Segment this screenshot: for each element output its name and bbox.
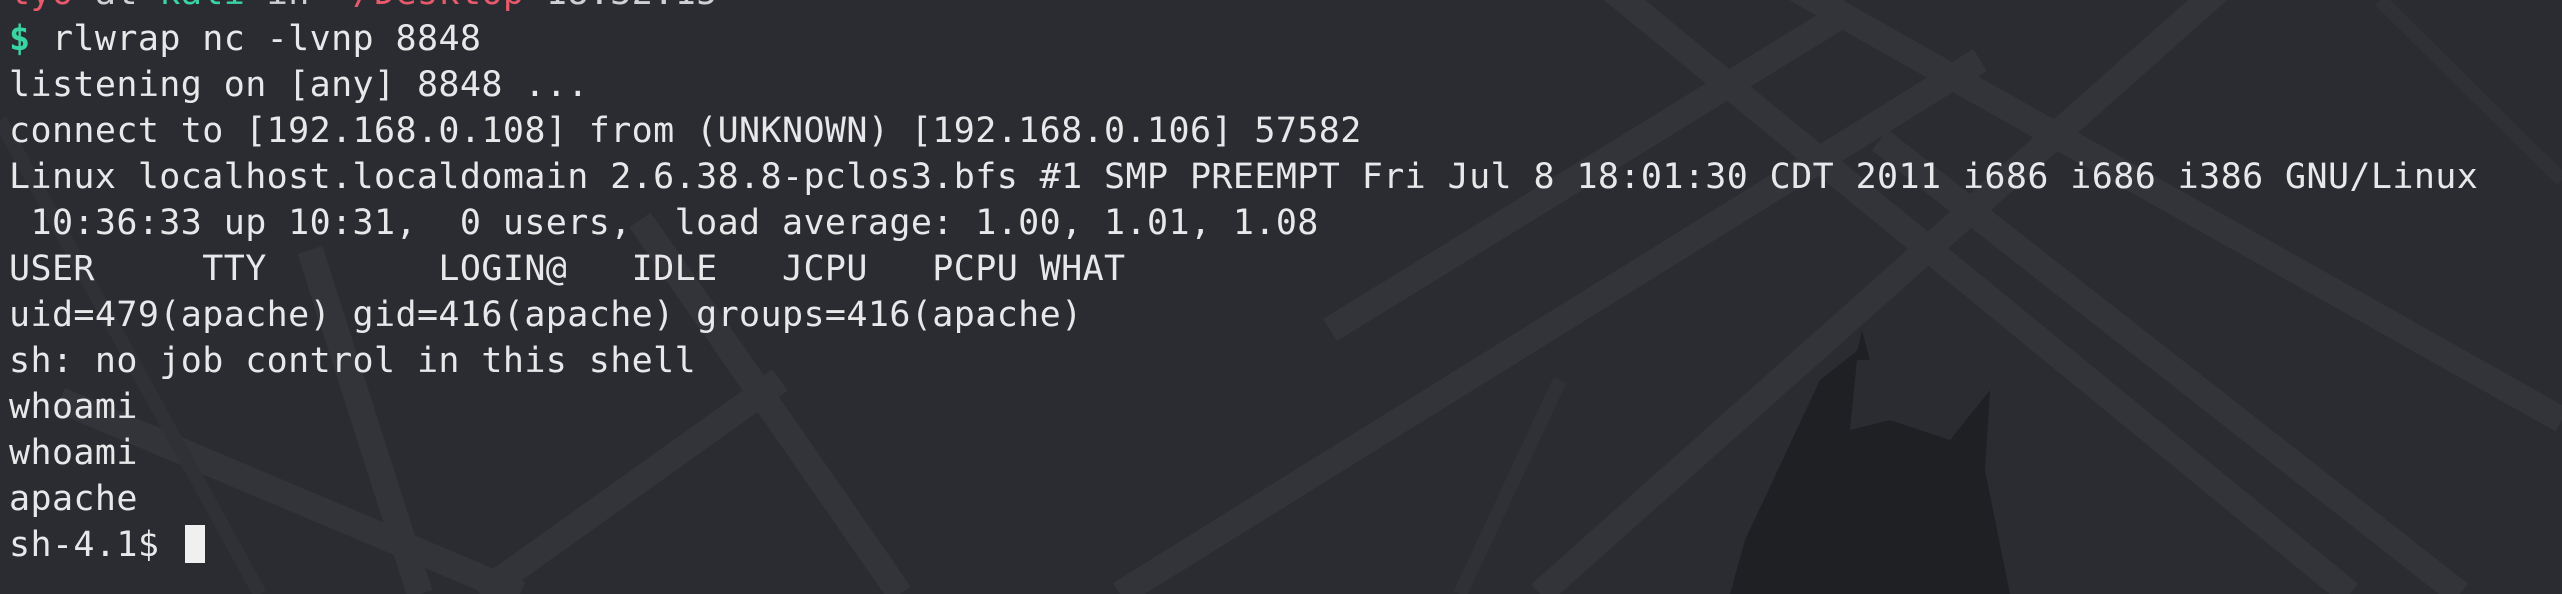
output-line: sh: no job control in this shell bbox=[9, 341, 697, 381]
command-text: rlwrap nc -lvnp 8848 bbox=[30, 19, 482, 59]
output-line: Linux localhost.localdomain 2.6.38.8-pcl… bbox=[9, 157, 2479, 197]
output-line: USER TTY LOGIN@ IDLE JCPU PCPU WHAT bbox=[9, 249, 1126, 289]
output-line: apache bbox=[9, 479, 138, 519]
prompt-at: at bbox=[95, 0, 138, 13]
command-line: $ rlwrap nc -lvnp 8848 bbox=[9, 16, 2562, 62]
prompt-dir: ~/Desktop bbox=[331, 0, 524, 13]
prompt-in: in bbox=[267, 0, 310, 13]
prompt-host: kali bbox=[159, 0, 245, 13]
output-line: 10:36:33 up 10:31, 0 users, load average… bbox=[9, 203, 1319, 243]
previous-prompt-line: lyo at kali in ~/Desktop 18:32:15 bbox=[9, 0, 2562, 16]
shell-input-line[interactable]: sh-4.1$ bbox=[9, 522, 2562, 568]
prompt-time: 18:32:15 bbox=[546, 0, 718, 13]
output-line: uid=479(apache) gid=416(apache) groups=4… bbox=[9, 295, 1083, 335]
prompt-user: lyo bbox=[9, 0, 73, 13]
shell-prompt: sh-4.1$ bbox=[9, 525, 181, 565]
output-line: whoami bbox=[9, 433, 138, 473]
output-line: listening on [any] 8848 ... bbox=[9, 65, 589, 105]
text-cursor[interactable] bbox=[184, 525, 205, 563]
terminal-window[interactable]: lyo at kali in ~/Desktop 18:32:15 $ rlwr… bbox=[0, 0, 2562, 594]
prompt-symbol: $ bbox=[9, 19, 31, 59]
output-line: connect to [192.168.0.108] from (UNKNOWN… bbox=[9, 111, 1362, 151]
output-line: whoami bbox=[9, 387, 138, 427]
